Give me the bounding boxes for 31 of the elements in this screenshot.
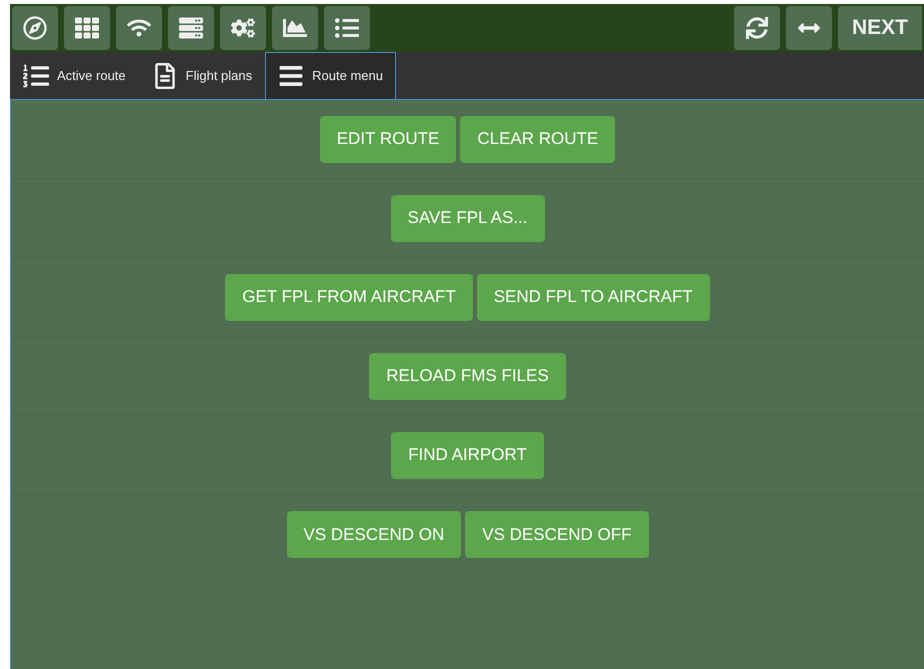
action-button[interactable]: EDIT ROUTE xyxy=(320,116,456,162)
toolbar-button[interactable] xyxy=(168,6,214,50)
list-icon xyxy=(335,16,359,40)
compass-icon xyxy=(23,16,47,40)
server-icon xyxy=(179,16,203,40)
action-button[interactable]: VS DESCEND OFF xyxy=(465,511,648,558)
numbered-list-icon xyxy=(23,62,49,88)
toolbar-button[interactable] xyxy=(734,6,780,50)
action-button[interactable]: VS DESCEND ON xyxy=(286,511,462,558)
action-button[interactable]: CLEAR ROUTE xyxy=(460,116,616,162)
grid-icon xyxy=(75,16,99,40)
tab[interactable]: Route menu xyxy=(265,52,396,99)
gears-icon xyxy=(231,16,255,40)
toolbar-button[interactable] xyxy=(64,6,110,50)
tab[interactable]: Active route xyxy=(10,52,139,99)
toolbar-button[interactable] xyxy=(12,6,58,50)
refresh-icon xyxy=(746,17,768,39)
toolbar-button[interactable] xyxy=(116,6,162,50)
action-button[interactable]: FIND AIRPORT xyxy=(391,432,544,478)
toolbar-button[interactable] xyxy=(786,6,832,50)
toolbar-button[interactable] xyxy=(220,6,266,50)
action-button[interactable]: GET FPL FROM AIRCRAFT xyxy=(225,274,473,320)
tab[interactable]: Flight plans xyxy=(138,52,266,99)
action-button[interactable]: SEND FPL TO AIRCRAFT xyxy=(476,274,710,320)
area-chart-icon xyxy=(283,16,307,40)
menu-icon xyxy=(278,63,304,89)
action-button[interactable]: SAVE FPL AS... xyxy=(390,194,544,242)
toolbar-button[interactable] xyxy=(272,6,318,50)
next-button[interactable]: NEXT xyxy=(838,6,922,50)
toolbar-button[interactable] xyxy=(324,6,370,50)
action-button[interactable]: RELOAD FMS FILES xyxy=(369,352,566,400)
